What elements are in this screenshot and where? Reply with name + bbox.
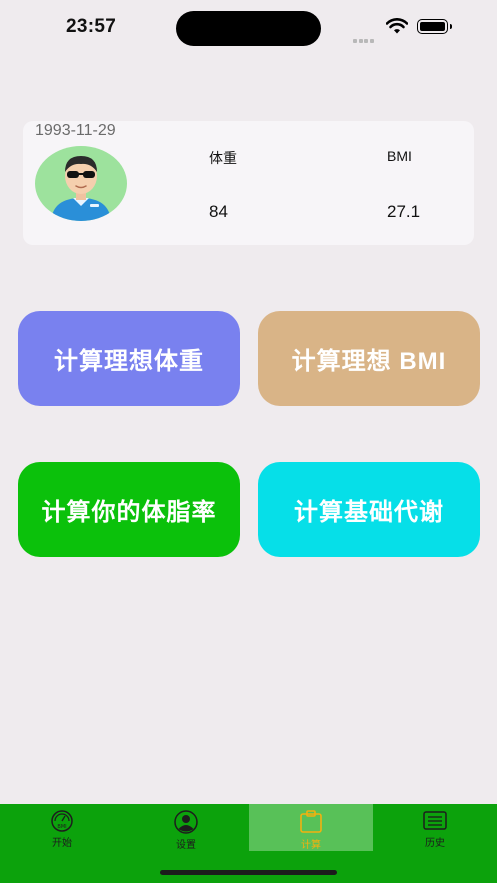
clipboard-icon bbox=[300, 810, 322, 833]
tab-settings-label: 设置 bbox=[176, 840, 196, 851]
bmi-label: BMI bbox=[387, 148, 412, 164]
birthdate: 1993-11-29 bbox=[35, 122, 116, 139]
avatar[interactable] bbox=[35, 146, 127, 221]
battery-icon bbox=[417, 19, 452, 34]
ideal-weight-button[interactable]: 计算理想体重 bbox=[18, 311, 240, 406]
profile-card: 1993-11-29 体重 84 BMI 27.1 bbox=[23, 121, 474, 245]
tab-calculate-label: 计算 bbox=[301, 840, 321, 851]
dynamic-island bbox=[176, 11, 321, 46]
avatar-icon bbox=[51, 156, 111, 221]
cellular-signal-icon bbox=[353, 30, 375, 48]
tab-bar: BMI 开始 设置 计算 历史 bbox=[0, 804, 497, 883]
svg-text:BMI: BMI bbox=[57, 824, 66, 830]
body-fat-button[interactable]: 计算你的体脂率 bbox=[18, 462, 240, 557]
tab-history-label: 历史 bbox=[425, 838, 445, 849]
wifi-icon bbox=[386, 18, 408, 34]
home-indicator[interactable] bbox=[160, 870, 337, 875]
tab-calculate[interactable]: 计算 bbox=[249, 804, 373, 851]
tab-history[interactable]: 历史 bbox=[373, 804, 497, 851]
tab-start[interactable]: BMI 开始 bbox=[0, 804, 124, 851]
weight-value: 84 bbox=[209, 202, 228, 221]
bmr-button[interactable]: 计算基础代谢 bbox=[258, 462, 480, 557]
status-time: 23:57 bbox=[66, 16, 117, 37]
tab-settings[interactable]: 设置 bbox=[124, 804, 248, 851]
list-icon bbox=[423, 811, 447, 830]
user-icon bbox=[174, 810, 198, 834]
weight-label: 体重 bbox=[209, 150, 237, 166]
tab-start-label: 开始 bbox=[52, 838, 72, 849]
ideal-bmi-button[interactable]: 计算理想 BMI bbox=[258, 311, 480, 406]
bmi-scale-icon: BMI bbox=[51, 810, 73, 832]
status-bar: 23:57 bbox=[0, 0, 497, 56]
bmi-value: 27.1 bbox=[387, 202, 421, 221]
